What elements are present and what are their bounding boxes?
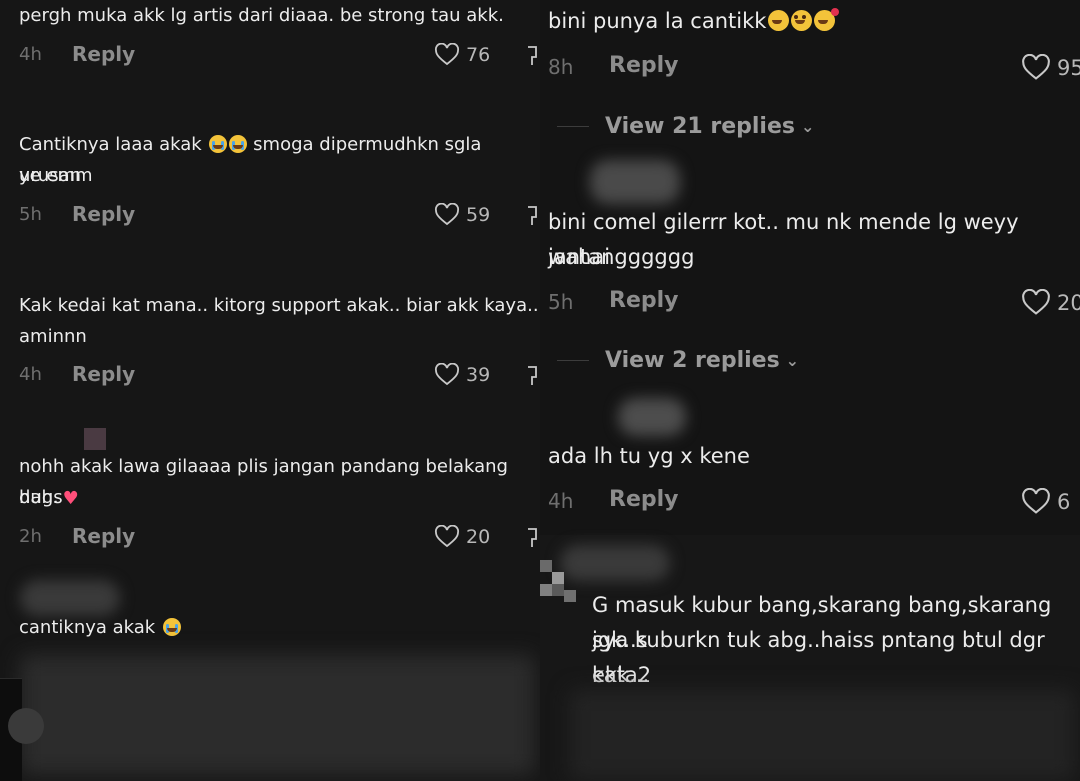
heart-icon: [434, 525, 466, 549]
reply-button[interactable]: Reply: [72, 524, 135, 548]
dislike-icon[interactable]: [526, 203, 540, 233]
dislike-icon[interactable]: [526, 363, 540, 393]
comment-text: bini punya la cantikk: [548, 4, 840, 39]
comment-text: Cantiknya laaa akak smoga dipermudhkn sg…: [19, 134, 488, 186]
avatar-pixel: [540, 584, 552, 596]
like-button[interactable]: 76: [434, 43, 490, 67]
hearts-emoji-icon: [814, 8, 840, 31]
laughing-emoji-icon: [768, 10, 790, 31]
heart-icon: [434, 203, 466, 227]
reply-button[interactable]: Reply: [72, 362, 135, 386]
comment-time: 5h: [548, 290, 574, 314]
comment-time: 8h: [548, 55, 574, 79]
dislike-icon[interactable]: [526, 525, 540, 555]
comment-time: 4h: [19, 364, 42, 385]
comment-text: cantiknya akak: [19, 612, 181, 643]
heart-icon: [1021, 488, 1057, 516]
like-button[interactable]: 95: [1021, 54, 1080, 82]
like-button[interactable]: 20: [1021, 289, 1080, 317]
comment-text: pergh muka akk lg artis dari diaaa. be s…: [19, 5, 504, 26]
heart-icon: [434, 363, 466, 387]
avatar: [8, 708, 44, 744]
pink-heart-emoji-icon: ♥: [62, 488, 79, 509]
comment-time: 4h: [19, 44, 42, 65]
reply-button[interactable]: Reply: [609, 288, 679, 313]
blurred-username: [20, 580, 120, 616]
reply-button[interactable]: Reply: [72, 42, 135, 66]
comment-text-line2: sya kuburkn tuk abg..haiss pntang btul d…: [592, 628, 1052, 687]
heart-icon: [434, 43, 466, 67]
dislike-icon[interactable]: [526, 43, 540, 73]
comment-text-line2: jantangggggg: [548, 245, 695, 269]
chevron-down-icon: ⌄: [785, 351, 800, 370]
like-button[interactable]: 20: [434, 525, 490, 549]
heart-icon: [1021, 289, 1057, 317]
comment-time: 5h: [19, 204, 42, 225]
divider-line: [557, 126, 589, 127]
blurred-username: [618, 398, 686, 436]
like-count: 59: [466, 204, 491, 226]
left-comments-panel: pergh muka akk lg artis dari diaaa. be s…: [0, 0, 540, 781]
view-replies-label: View 21 replies: [605, 114, 795, 139]
comment-text: ada lh tu yg x kene: [548, 444, 750, 468]
comment-time: 2h: [19, 526, 42, 547]
crying-emoji-icon: [209, 135, 228, 153]
blurred-username: [590, 160, 680, 204]
avatar-pixel: [552, 572, 564, 584]
blurred-region: [570, 690, 1075, 780]
view-replies-button[interactable]: View 21 replies ⌄: [557, 114, 814, 139]
comment-text: nohh akak lawa gilaaaa plis jangan panda…: [19, 456, 514, 508]
avatar-pixel: [552, 584, 564, 596]
like-count: 76: [466, 44, 491, 66]
like-count: 20: [1057, 291, 1080, 315]
comment-text-line2: hugs♥: [19, 482, 79, 514]
like-button[interactable]: 59: [434, 203, 490, 227]
comment-text-line2: ye emm: [19, 165, 93, 186]
comment-text: Kak kedai kat mana.. kitorg support akak…: [19, 295, 539, 316]
avatar-pixel: [540, 560, 552, 572]
view-replies-label: View 2 replies: [605, 348, 780, 373]
blurred-username: [560, 545, 670, 581]
pleading-emoji-icon: [791, 10, 813, 31]
heart-icon: [1021, 54, 1057, 82]
avatar-pixelated: [84, 428, 106, 450]
divider-line: [557, 360, 589, 361]
avatar-pixel: [564, 590, 576, 602]
like-button[interactable]: 6: [1021, 488, 1070, 516]
like-count: 20: [466, 526, 491, 548]
comment-time: 4h: [548, 489, 574, 513]
like-count: 95: [1057, 56, 1080, 80]
reply-button[interactable]: Reply: [72, 202, 135, 226]
like-count: 6: [1057, 490, 1071, 514]
reply-button[interactable]: Reply: [609, 487, 679, 512]
crying-emoji-icon: [162, 618, 181, 636]
view-replies-button[interactable]: View 2 replies ⌄: [557, 348, 799, 373]
chevron-down-icon: ⌄: [800, 117, 815, 136]
comment-text-line3: ekk...: [592, 663, 650, 687]
like-button[interactable]: 39: [434, 363, 490, 387]
right-comments-panel: bini punya la cantikk 8h Reply 95 View 2…: [540, 0, 1080, 781]
blurred-region: [20, 655, 535, 775]
like-count: 39: [466, 364, 491, 386]
comment-text-line2: aminnn: [19, 326, 87, 347]
crying-emoji-icon: [229, 135, 248, 153]
reply-button[interactable]: Reply: [609, 53, 679, 78]
